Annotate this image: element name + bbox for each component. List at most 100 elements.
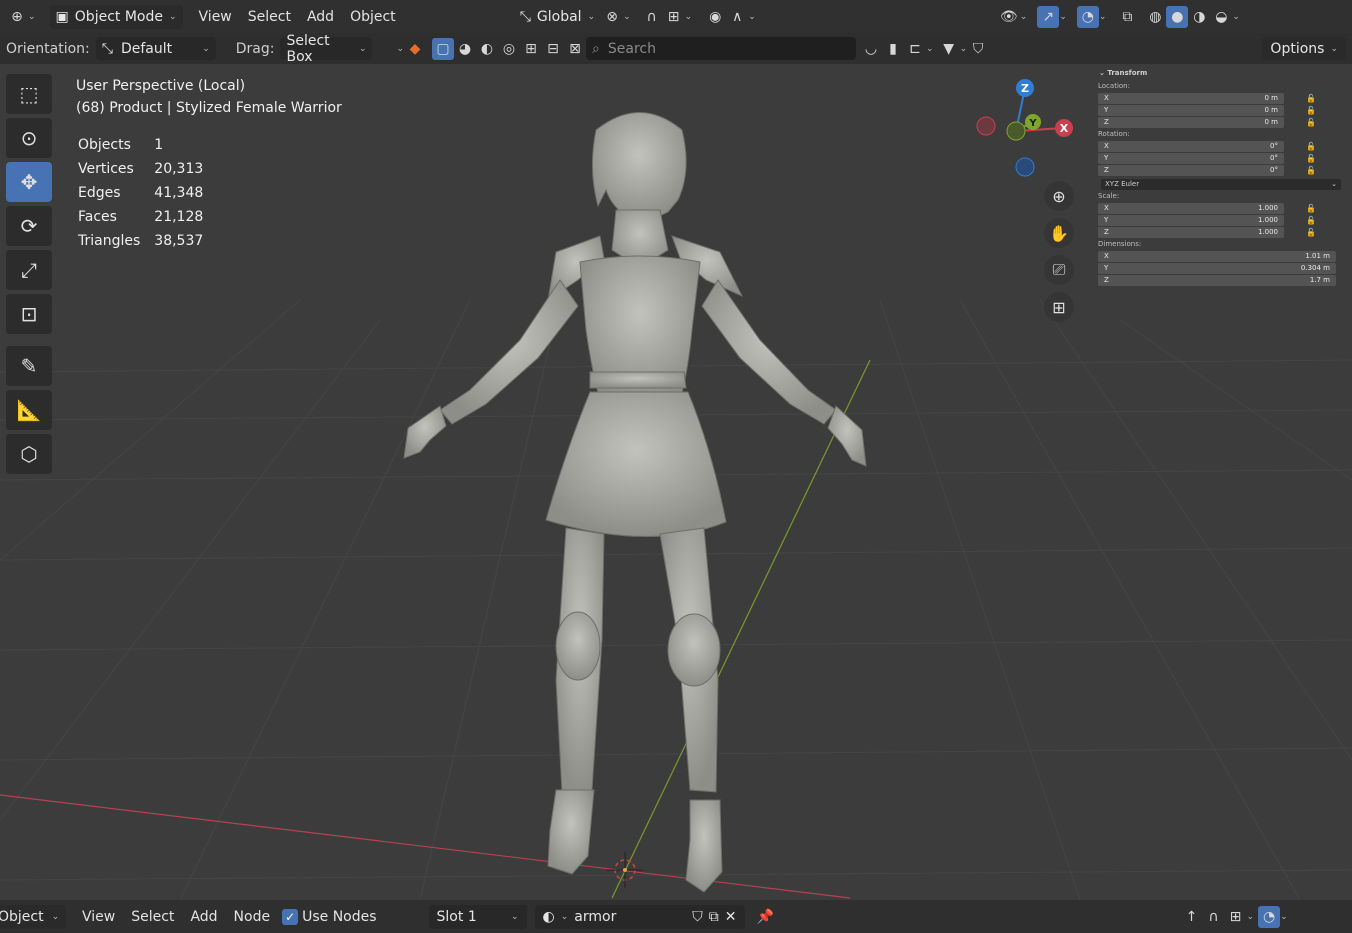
dimension-x-field[interactable]: X 1.01 m xyxy=(1098,250,1336,262)
falloff-icon[interactable]: ∧ xyxy=(726,6,748,28)
bookmark-icon[interactable]: ▮ xyxy=(882,38,904,60)
lock-icon[interactable]: 🔓 xyxy=(1306,204,1316,213)
chevron-down-icon[interactable]: ⌄ xyxy=(1020,12,1028,22)
chevron-down-icon[interactable]: ⌄ xyxy=(1247,912,1255,922)
zoom-icon[interactable]: ⊕ xyxy=(1044,181,1074,211)
select-mode-invert-icon[interactable]: ◎ xyxy=(498,38,520,60)
lock-icon[interactable]: 🔓 xyxy=(1306,106,1316,115)
annotate-tool-icon[interactable]: ✎ xyxy=(6,346,52,386)
chevron-down-icon[interactable]: ⌄ xyxy=(1059,12,1067,22)
rendered-shading-icon[interactable]: ◒ xyxy=(1210,6,1232,28)
chevron-down-icon[interactable]: ⌄ xyxy=(1232,12,1240,22)
transform-orientation-dropdown[interactable]: ⤡ Global ⌄ xyxy=(514,5,601,29)
lock-icon[interactable]: 🔓 xyxy=(1306,216,1316,225)
panel-title[interactable]: ⌄ Transform xyxy=(1095,66,1343,80)
perspective-grid-icon[interactable]: ⊞ xyxy=(1044,292,1074,322)
solid-shading-icon[interactable]: ● xyxy=(1166,5,1189,28)
menu-object[interactable]: Object xyxy=(342,9,404,25)
snap-grid-icon[interactable]: ⊟ xyxy=(542,38,564,60)
navigation-gizmo[interactable]: Z X Y xyxy=(976,79,1073,177)
gizmo-toggle-icon[interactable]: ↗ xyxy=(1037,5,1060,28)
lock-icon[interactable]: 🔓 xyxy=(1306,118,1316,127)
menu-select[interactable]: Select xyxy=(123,909,182,925)
lock-icon[interactable]: 🔓 xyxy=(1306,154,1316,163)
chevron-down-icon[interactable]: ⌄ xyxy=(28,12,36,22)
snap-icon[interactable]: ∩ xyxy=(1203,906,1225,928)
select-mode-intersect-icon[interactable]: ⊞ xyxy=(520,38,542,60)
material-sphere-icon[interactable]: ◐ xyxy=(543,909,555,925)
character-model[interactable] xyxy=(403,112,867,893)
pin-icon[interactable]: 📌 xyxy=(755,906,777,928)
lock-icon[interactable]: 🔓 xyxy=(1306,228,1316,237)
chevron-down-icon[interactable]: ⌄ xyxy=(1280,912,1288,922)
transform-tool-icon[interactable]: ⊡ xyxy=(6,294,52,334)
fake-user-shield-icon[interactable]: ⛉ xyxy=(692,909,703,925)
select-mode-subtract-icon[interactable]: ◐ xyxy=(476,38,498,60)
scale-y-field[interactable]: Y 1.000 xyxy=(1098,214,1284,226)
select-mode-extend-icon[interactable]: ◕ xyxy=(454,38,476,60)
chevron-down-icon[interactable]: ⌄ xyxy=(623,12,631,22)
search-input[interactable]: ⌕ Search xyxy=(586,37,857,60)
drag-dropdown[interactable]: Select Box ⌄ xyxy=(280,33,373,65)
collapse-icon[interactable]: ◡ xyxy=(860,38,882,60)
menu-add[interactable]: Add xyxy=(182,909,225,925)
options-dropdown[interactable]: Options ⌄ xyxy=(1262,37,1346,60)
align-icon[interactable]: ⊠ xyxy=(564,38,586,60)
lock-icon[interactable]: 🔓 xyxy=(1306,166,1316,175)
add-cube-tool-icon[interactable]: ⬡ xyxy=(6,434,52,474)
scale-tool-icon[interactable]: ⤢ xyxy=(6,250,52,290)
menu-view[interactable]: View xyxy=(74,909,123,925)
move-tool-icon[interactable]: ✥ xyxy=(6,162,52,202)
chevron-down-icon[interactable]: ⌄ xyxy=(685,12,693,22)
location-y-field[interactable]: Y0 m xyxy=(1098,104,1284,116)
location-x-field[interactable]: X0 m xyxy=(1098,92,1284,104)
rotation-z-field[interactable]: Z 0° xyxy=(1098,164,1284,176)
hierarchy-icon[interactable]: ⊏ xyxy=(904,38,926,60)
chevron-down-icon[interactable]: ⌄ xyxy=(561,912,569,922)
chevron-down-icon[interactable]: ⌄ xyxy=(1099,12,1107,22)
menu-select[interactable]: Select xyxy=(240,9,299,25)
select-mode-new-icon[interactable]: ▢ xyxy=(432,37,455,60)
cursor-tool-icon[interactable]: ⊙ xyxy=(6,118,52,158)
filter-icon[interactable]: ▼ xyxy=(938,38,960,60)
scale-x-field[interactable]: X 1.000 xyxy=(1098,202,1284,214)
dimension-y-field[interactable]: Y 0.304 m xyxy=(1098,262,1336,274)
location-z-field[interactable]: Z0 m xyxy=(1098,116,1284,128)
editor-mode-dropdown[interactable]: Object ⌄ xyxy=(0,904,66,929)
scale-z-field[interactable]: Z 1.000 xyxy=(1098,226,1284,238)
3d-cursor-icon[interactable] xyxy=(607,852,643,888)
material-name[interactable]: armor xyxy=(574,909,616,925)
wireframe-shading-icon[interactable]: ◍ xyxy=(1144,6,1166,28)
object-mode-dropdown[interactable]: ▣ Object Mode ⌄ xyxy=(49,4,183,29)
pan-hand-icon[interactable]: ✋ xyxy=(1044,218,1074,248)
snap-target-icon[interactable]: ⊞ xyxy=(663,6,685,28)
dimension-z-field[interactable]: Z 1.7 m xyxy=(1098,274,1336,286)
slot-dropdown[interactable]: Slot 1 ⌄ xyxy=(428,904,527,929)
chevron-down-icon[interactable]: ⌄ xyxy=(960,44,968,54)
visibility-eye-icon[interactable]: 👁 xyxy=(998,6,1020,28)
camera-view-icon[interactable]: ⎚ xyxy=(1044,255,1074,285)
color-cube-icon[interactable]: ◆ xyxy=(404,38,426,60)
unlink-x-icon[interactable]: ✕ xyxy=(725,909,737,925)
menu-node[interactable]: Node xyxy=(226,909,279,925)
proportional-editing-icon[interactable]: ◉ xyxy=(704,6,726,28)
lock-icon[interactable]: 🔓 xyxy=(1306,94,1316,103)
rotate-tool-icon[interactable]: ⟳ xyxy=(6,206,52,246)
editor-type-icon[interactable]: ⊕ xyxy=(6,6,28,28)
snap-grid-icon[interactable]: ⊞ xyxy=(1225,906,1247,928)
xray-icon[interactable]: ⧉ xyxy=(1116,6,1138,28)
menu-add[interactable]: Add xyxy=(299,9,342,25)
measure-tool-icon[interactable]: 📐 xyxy=(6,390,52,430)
use-nodes-checkbox[interactable]: ✓ Use Nodes xyxy=(282,908,377,925)
select-box-tool-icon[interactable]: ⬚ xyxy=(6,74,52,114)
rotation-x-field[interactable]: X 0° xyxy=(1098,140,1284,152)
pivot-point-icon[interactable]: ⊗ xyxy=(601,6,623,28)
orientation-dropdown[interactable]: ⤡ Default ⌄ xyxy=(95,37,216,60)
overlays-icon[interactable]: ◔ xyxy=(1076,5,1099,28)
chevron-down-icon[interactable]: ⌄ xyxy=(748,12,756,22)
material-shading-icon[interactable]: ◑ xyxy=(1188,6,1210,28)
snap-icon[interactable]: ∩ xyxy=(641,6,663,28)
material-selector[interactable]: ◐ ⌄ armor ⛉ ⧉ ✕ xyxy=(534,904,745,929)
duplicate-material-icon[interactable]: ⧉ xyxy=(709,909,719,925)
chevron-down-icon[interactable]: ⌄ xyxy=(396,44,404,54)
